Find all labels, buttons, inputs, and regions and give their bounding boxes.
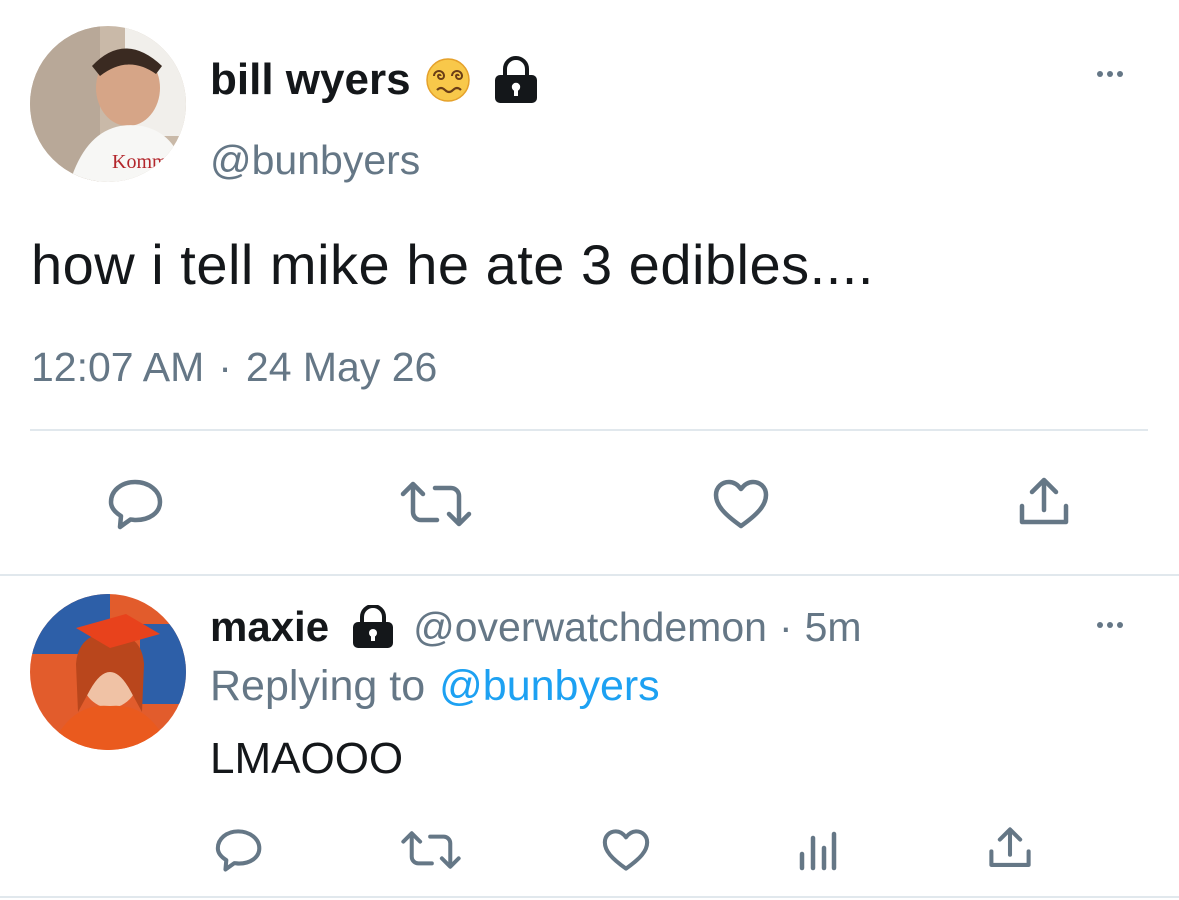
more-options-button[interactable] [1097,71,1123,77]
reply-more-options-button[interactable] [1097,622,1123,628]
divider [0,574,1179,576]
reply-share-icon[interactable] [988,826,1032,870]
divider [30,429,1148,431]
more-dot [1107,622,1113,628]
reply-reply-icon[interactable] [215,828,263,872]
reply-text: LMAOOO [210,734,404,783]
author-handle[interactable]: @bunbyers [210,137,420,184]
lock-icon [493,56,539,104]
dizzy-face-emoji-icon [425,57,471,103]
meta-separator: · [778,603,793,650]
svg-text:Kommy: Kommy [112,151,178,173]
reply-author-avatar[interactable] [30,594,186,750]
more-dot [1117,71,1123,77]
like-icon[interactable] [712,478,770,530]
tweet-text: how i tell mike he ate 3 edibles.... [31,233,874,296]
meta-separator: · [218,344,232,390]
tweet-time: 12:07 AM [31,344,205,390]
tweet-timestamp[interactable]: 12:07 AM · 24 May 26 [31,344,437,391]
reply-icon[interactable] [108,478,164,530]
more-dot [1107,71,1113,77]
author-display-name[interactable]: bill wyers [210,55,411,105]
share-icon[interactable] [1018,476,1070,528]
reply-like-icon[interactable] [601,828,651,872]
reply-author-handle[interactable]: @overwatchdemon [413,604,767,651]
retweet-icon[interactable] [399,478,473,530]
analytics-icon[interactable] [798,828,838,872]
reply-retweet-icon[interactable] [400,828,462,872]
replying-to-label: Replying to [210,662,426,710]
divider [0,896,1179,898]
reply-age: 5m [804,603,862,650]
lock-icon [351,604,395,649]
tweet-date: 24 May 26 [245,344,438,390]
replying-to-handle-link[interactable]: @bunbyers [439,662,660,711]
author-avatar[interactable]: Kommy [30,26,186,182]
more-dot [1097,71,1103,77]
reply-author-display-name[interactable]: maxie [210,603,329,651]
more-dot [1097,622,1103,628]
more-dot [1117,622,1123,628]
